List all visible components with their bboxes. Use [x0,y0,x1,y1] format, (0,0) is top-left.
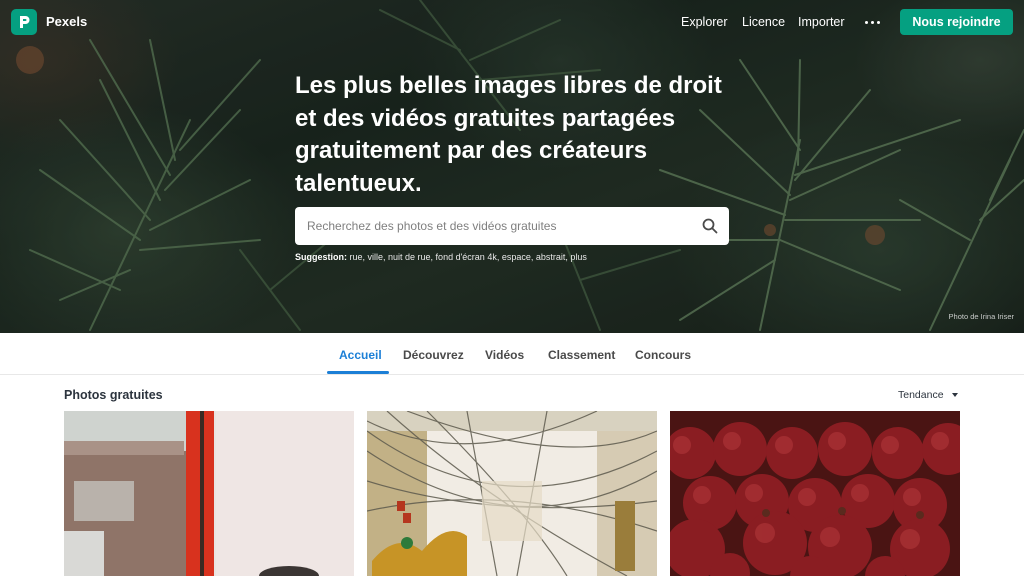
photo-image [367,411,657,576]
search-suggestions: Suggestion: rue, ville, nuit de rue, fon… [295,252,587,262]
sort-label: Tendance [898,389,944,401]
tab-classement[interactable]: Classement [548,348,615,362]
nav-link-explorer[interactable]: Explorer [681,15,728,29]
tab-decouvrez[interactable]: Découvrez [403,348,464,362]
tab-accueil[interactable]: Accueil [339,348,382,362]
photo-card-pomegranates[interactable] [670,411,960,576]
photo-image [670,411,960,576]
nav-link-importer[interactable]: Importer [798,15,845,29]
content-tabs: Accueil Découvrez Vidéos Classement Conc… [0,333,1024,375]
photo-credit[interactable]: Photo de Irina Iriser [949,312,1014,321]
photo-image [64,411,354,576]
active-tab-indicator [327,371,389,374]
tab-videos[interactable]: Vidéos [485,348,524,362]
section-title: Photos gratuites [64,388,163,402]
sort-dropdown[interactable]: Tendance [898,389,958,401]
search-input[interactable]: Recherchez des photos et des vidéos grat… [307,219,556,233]
nav-link-licence[interactable]: Licence [742,15,785,29]
suggestion-label: Suggestion: [295,252,347,262]
top-navigation: Pexels Explorer Licence Importer Nous re… [0,0,1024,46]
photo-card-street-building[interactable] [64,411,354,576]
more-dots-icon[interactable] [862,13,882,31]
photo-card-alley-wires[interactable] [367,411,657,576]
hero-title: Les plus belles images libres de droit e… [295,72,722,197]
caret-down-icon [951,393,958,397]
join-button[interactable]: Nous rejoindre [900,9,1013,35]
suggestion-list[interactable]: rue, ville, nuit de rue, fond d'écran 4k… [350,252,587,262]
tab-concours[interactable]: Concours [635,348,691,362]
pexels-logo-icon[interactable] [11,9,37,35]
brand-name[interactable]: Pexels [46,14,87,29]
search-bar[interactable]: Recherchez des photos et des vidéos grat… [295,207,729,245]
search-icon[interactable] [701,217,719,235]
